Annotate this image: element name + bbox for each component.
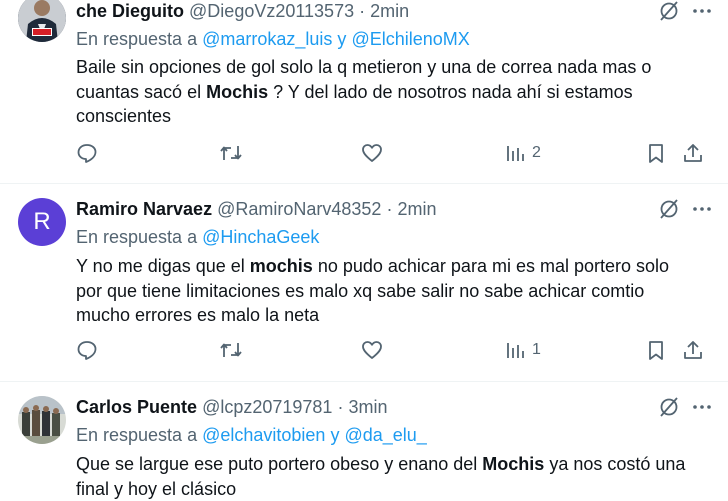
tweet-text: Y no me digas que el mochis no pudo achi… [76,254,696,328]
avatar[interactable]: R [18,198,66,246]
share-icon[interactable] [682,142,704,164]
tweet-text: Que se largue ese puto portero obeso y e… [76,452,696,501]
share-icon[interactable] [682,339,704,361]
views-icon[interactable] [506,339,526,361]
share-button[interactable] [682,142,704,164]
timestamp[interactable]: 3min [348,397,387,417]
grok-icon[interactable] [658,198,680,225]
text-segment: Que se largue ese puto portero obeso y e… [76,454,483,474]
like-button[interactable] [361,142,383,164]
bookmark-icon[interactable] [646,142,666,164]
reply-prefix: En respuesta a [76,425,198,445]
views-icon[interactable] [506,142,526,164]
text-segment: Y no me digas que el [76,256,250,276]
retweet-button[interactable] [219,339,243,361]
mention-joiner: y [330,425,340,445]
tweet[interactable]: Carlos Puente @lcpz20719781 · 3min En re… [0,382,728,499]
display-name[interactable]: Carlos Puente [76,397,197,417]
reply-prefix: En respuesta a [76,227,198,247]
retweet-icon[interactable] [219,339,243,361]
retweet-button[interactable] [219,142,243,164]
timestamp[interactable]: 2min [397,199,436,219]
like-button[interactable] [361,339,383,361]
tweet-top-icons [658,198,712,225]
mention-link[interactable]: @HinchaGeek [202,227,319,247]
mention-link[interactable]: @elchavitobien [202,425,325,445]
views-count: 1 [532,341,541,358]
views-button[interactable]: 1 [506,339,541,361]
views-count: 2 [532,144,541,161]
reply-context: En respuesta a @HinchaGeek [76,226,319,248]
tweet-top-icons [658,396,712,423]
avatar[interactable] [18,0,66,42]
text-highlight: mochis [249,256,313,276]
user-handle[interactable]: @DiegoVz20113573 [189,1,354,21]
tweet-actions: 1 [76,339,714,367]
text-highlight: Mochis [482,454,545,474]
bookmark-button[interactable] [646,142,666,164]
mention-link[interactable]: @ElchilenoMX [351,29,469,49]
more-icon[interactable] [692,397,712,422]
bookmark-icon[interactable] [646,339,666,361]
bookmark-button[interactable] [646,339,666,361]
mention-link[interactable]: @marrokaz_luis [202,29,332,49]
grok-icon[interactable] [658,396,680,423]
mention-link[interactable]: @da_elu_ [344,425,426,445]
text-highlight: Mochis [206,81,269,102]
reply-icon[interactable] [76,339,98,361]
user-handle[interactable]: @lcpz20719781 [202,397,332,417]
reply-context: En respuesta a @elchavitobien y @da_elu_ [76,424,427,446]
share-button[interactable] [682,339,704,361]
tweet-actions: 2 [76,142,714,170]
like-icon[interactable] [361,339,383,361]
separator-dot: · [359,1,366,21]
more-icon[interactable] [692,1,712,26]
display-name[interactable]: che Dieguito [76,1,184,21]
separator-dot: · [386,199,393,219]
tweet[interactable]: R Ramiro Narvaez @RamiroNarv48352 · 2min… [0,184,728,380]
retweet-icon[interactable] [219,142,243,164]
tweet-top-icons [658,0,712,27]
timestamp[interactable]: 2min [370,1,409,21]
more-icon[interactable] [692,199,712,224]
separator-dot: · [337,397,344,417]
views-button[interactable]: 2 [506,142,541,164]
tweet[interactable]: che Dieguito @DiegoVz20113573 · 2min En … [0,0,728,183]
display-name[interactable]: Ramiro Narvaez [76,199,212,219]
tweet-text: Baile sin opciones de gol solo la q meti… [76,55,696,129]
like-icon[interactable] [361,142,383,164]
reply-context: En respuesta a @marrokaz_luis y @Elchile… [76,28,470,50]
tweet-header: Ramiro Narvaez @RamiroNarv48352 · 2min [76,198,436,220]
tweet-header: che Dieguito @DiegoVz20113573 · 2min [76,0,409,22]
reply-button[interactable] [76,142,98,164]
mention-joiner: y [337,29,347,49]
grok-icon[interactable] [658,0,680,27]
reply-prefix: En respuesta a [76,29,198,49]
user-handle[interactable]: @RamiroNarv48352 [217,199,381,219]
avatar-letter: R [33,208,51,235]
tweet-header: Carlos Puente @lcpz20719781 · 3min [76,396,387,418]
reply-icon[interactable] [76,142,98,164]
avatar[interactable] [18,396,66,444]
reply-button[interactable] [76,339,98,361]
